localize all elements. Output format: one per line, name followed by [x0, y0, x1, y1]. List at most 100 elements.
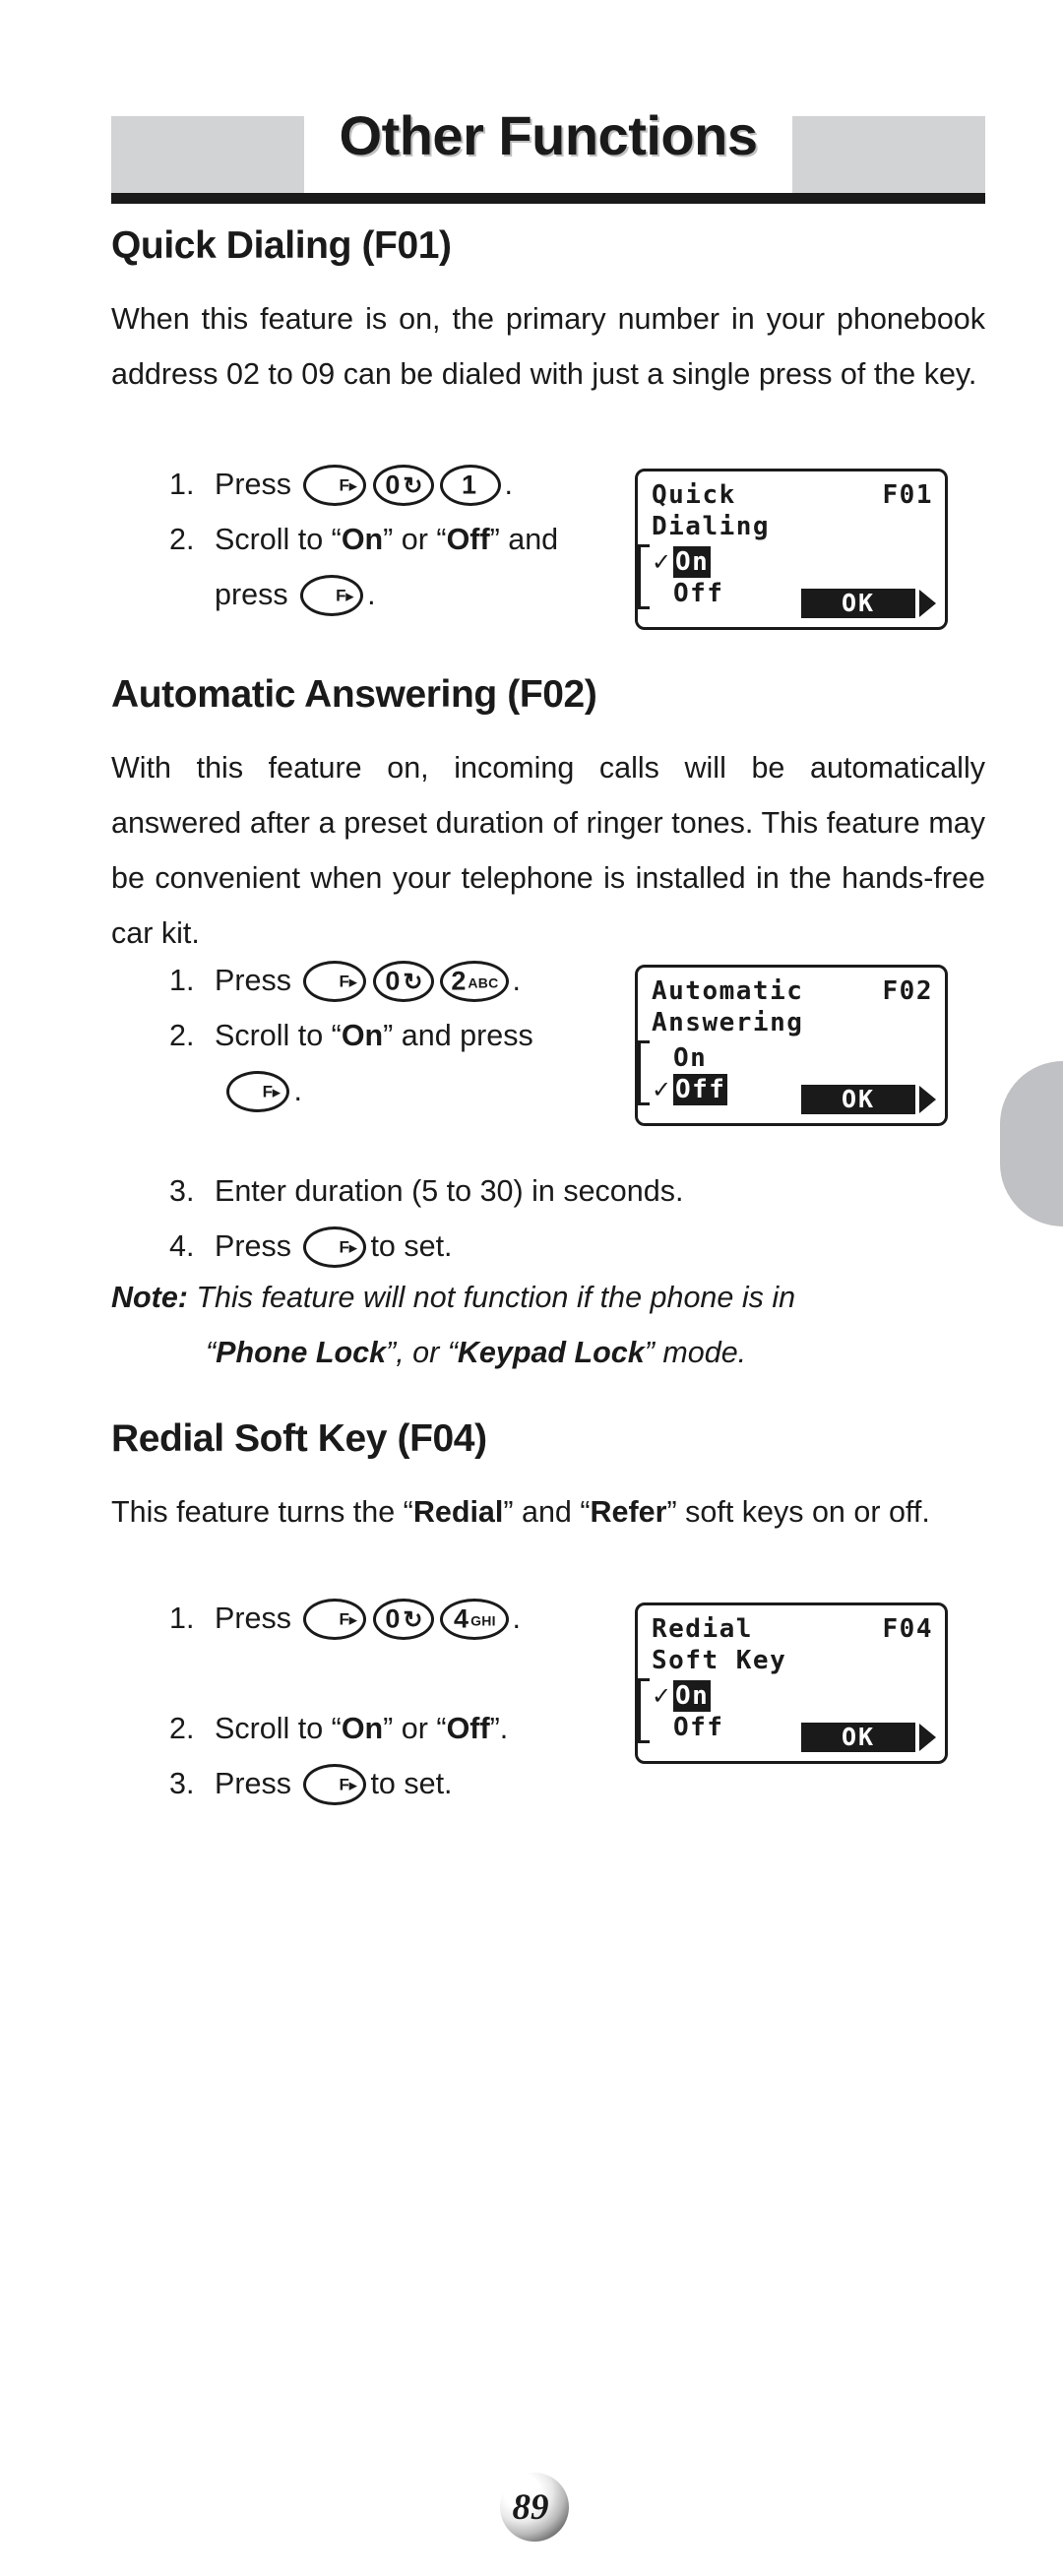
step-lead: Press: [215, 964, 291, 997]
zero-loop-key-icon: 0 ↻: [373, 1599, 435, 1640]
step-text-a: Scroll to “: [215, 1019, 342, 1052]
step-text-c: ” and: [489, 523, 559, 556]
lcd-screen-quick-dialing: Quick F01 Dialing ✓On Off OK: [635, 469, 948, 630]
step-bold-on: On: [341, 1019, 384, 1052]
page-number-text: 89: [512, 2486, 549, 2528]
right-arrow-icon: [919, 1086, 936, 1113]
check-icon: ✓: [652, 548, 673, 576]
step-item: 3. Press F▸ to set.: [169, 1756, 632, 1811]
step-number: 2.: [169, 1712, 195, 1745]
step-lead: Press: [215, 1229, 291, 1263]
step-text-b: ” or “: [383, 523, 447, 556]
page-edge-tab: [1000, 1061, 1063, 1226]
steps-automatic-answering: 1. Press F▸ 0 ↻ 2 ABC. 2. Scroll to “On” and p…: [169, 953, 632, 1118]
lcd-title-line2: Soft Key: [652, 1646, 787, 1675]
lcd-option-label: Off: [673, 579, 724, 608]
step-lead: Press: [215, 468, 291, 501]
step-line2-lead: press: [215, 578, 288, 611]
step-line2-tail: .: [367, 578, 376, 611]
lcd-option-list: ✓On Off: [652, 1680, 723, 1743]
function-key-icon: F▸: [303, 1764, 367, 1805]
step-item: 3. Enter duration (5 to 30) in seconds.: [169, 1163, 917, 1219]
section-heading-quick-dialing: Quick Dialing (F01): [111, 224, 452, 267]
lcd-ok-softkey[interactable]: OK: [801, 1085, 915, 1114]
lcd-option-label: On: [673, 1043, 708, 1073]
note-label: Note:: [111, 1281, 188, 1314]
lcd-title-row: Automatic F02: [652, 975, 933, 1007]
function-key-icon: F▸: [303, 1226, 367, 1268]
lcd-option-off[interactable]: ✓Off: [652, 1074, 728, 1105]
step-text-a: Scroll to “: [215, 523, 342, 556]
lcd-function-code: F01: [882, 480, 933, 510]
step-item: 2. Scroll to “On” and press: [169, 1008, 632, 1063]
body-text-a: This feature turns the “: [111, 1495, 413, 1529]
lcd-ok-softkey[interactable]: OK: [801, 589, 915, 618]
function-key-icon: F▸: [300, 575, 364, 616]
lcd-option-bracket: [638, 1678, 650, 1743]
note-quote-open: “: [206, 1336, 217, 1369]
note-bold-keypad-lock: Keypad Lock: [457, 1336, 645, 1369]
document-page: Other Functions Quick Dialing (F01) When…: [0, 0, 1063, 2576]
step-number: 3.: [169, 1767, 195, 1800]
lcd-option-off[interactable]: Off: [652, 1712, 723, 1743]
lcd-title-line2: Answering: [652, 1008, 804, 1037]
step-number: 1.: [169, 964, 195, 997]
lcd-title-line1: Automatic: [652, 976, 804, 1006]
step-lead: Press: [215, 1602, 291, 1635]
lcd-option-on[interactable]: ✓On: [652, 1680, 723, 1712]
step-number: 2.: [169, 1019, 195, 1052]
right-arrow-icon: [919, 590, 936, 617]
two-abc-key-icon: 2 ABC: [440, 961, 510, 1002]
lcd-option-on[interactable]: On: [652, 1042, 727, 1074]
step-item: 1. Press F▸ 0 ↻ 4 GHI.: [169, 1591, 632, 1646]
page-number: 89: [500, 2473, 569, 2542]
step-tail: to set.: [370, 1229, 453, 1263]
lcd-ok-softkey[interactable]: OK: [801, 1723, 915, 1752]
four-ghi-key-icon: 4 GHI: [440, 1599, 510, 1640]
lcd-option-label: On: [673, 1680, 712, 1712]
step-number: 3.: [169, 1174, 195, 1208]
step-tail: to set.: [370, 1767, 453, 1800]
body-text-c: ” soft keys on or off.: [666, 1495, 930, 1529]
step-number: 1.: [169, 1602, 195, 1635]
step-bold-on: On: [341, 523, 384, 556]
function-key-icon: F▸: [303, 1599, 367, 1640]
header-rule: [111, 193, 985, 204]
lcd-function-code: F02: [882, 976, 933, 1006]
section-body-quick-dialing: When this feature is on, the primary num…: [111, 302, 985, 391]
note-bold-phone-lock: Phone Lock: [216, 1336, 387, 1369]
section-heading-automatic-answering: Automatic Answering (F02): [111, 673, 597, 716]
step-bold-on: On: [341, 1712, 384, 1745]
step-item: 1. Press F▸ 0 ↻ 2 ABC.: [169, 953, 632, 1008]
lcd-title-row: Redial F04: [652, 1613, 933, 1645]
lcd-option-list: ✓On Off: [652, 546, 723, 609]
note-post: ” mode.: [644, 1336, 747, 1369]
step-tail: .: [512, 1602, 521, 1635]
body-bold-refer: Refer: [590, 1495, 667, 1529]
lcd-option-off[interactable]: Off: [652, 578, 723, 609]
lcd-option-label: Off: [673, 1713, 724, 1742]
steps-redial-soft-key-cont: 2. Scroll to “On” or “Off”. 3. Press F▸ to …: [169, 1701, 632, 1811]
step-item-continued: press F▸.: [169, 567, 632, 622]
body-text-b: ” and “: [503, 1495, 591, 1529]
note-line2: “Phone Lock”, or “Keypad Lock” mode.: [111, 1325, 985, 1380]
section-body-redial-soft-key: This feature turns the “Redial” and “Ref…: [111, 1484, 997, 1539]
note-line1: This feature will not function if the ph…: [196, 1281, 796, 1314]
function-key-icon: F▸: [226, 1071, 290, 1112]
lcd-title-line1: Quick: [652, 480, 736, 510]
step-text: Enter duration (5 to 30) in seconds.: [215, 1174, 684, 1208]
step-number: 2.: [169, 523, 195, 556]
steps-redial-soft-key: 1. Press F▸ 0 ↻ 4 GHI.: [169, 1591, 632, 1646]
step-lead: Press: [215, 1767, 291, 1800]
step-tail: .: [504, 468, 513, 501]
lcd-option-on[interactable]: ✓On: [652, 546, 723, 578]
check-icon: ✓: [652, 1076, 673, 1103]
body-bold-redial: Redial: [412, 1495, 504, 1529]
lcd-screen-redial-soft-key: Redial F04 Soft Key ✓On Off OK: [635, 1602, 948, 1764]
step-text-a: Scroll to “: [215, 1712, 342, 1745]
step-number: 4.: [169, 1229, 195, 1263]
step-bold-off: Off: [446, 1712, 490, 1745]
step-item: 2. Scroll to “On” or “Off” and: [169, 512, 632, 567]
zero-loop-key-icon: 0 ↻: [373, 465, 435, 506]
step-item: 1. Press F▸ 0 ↻ 1.: [169, 457, 632, 512]
